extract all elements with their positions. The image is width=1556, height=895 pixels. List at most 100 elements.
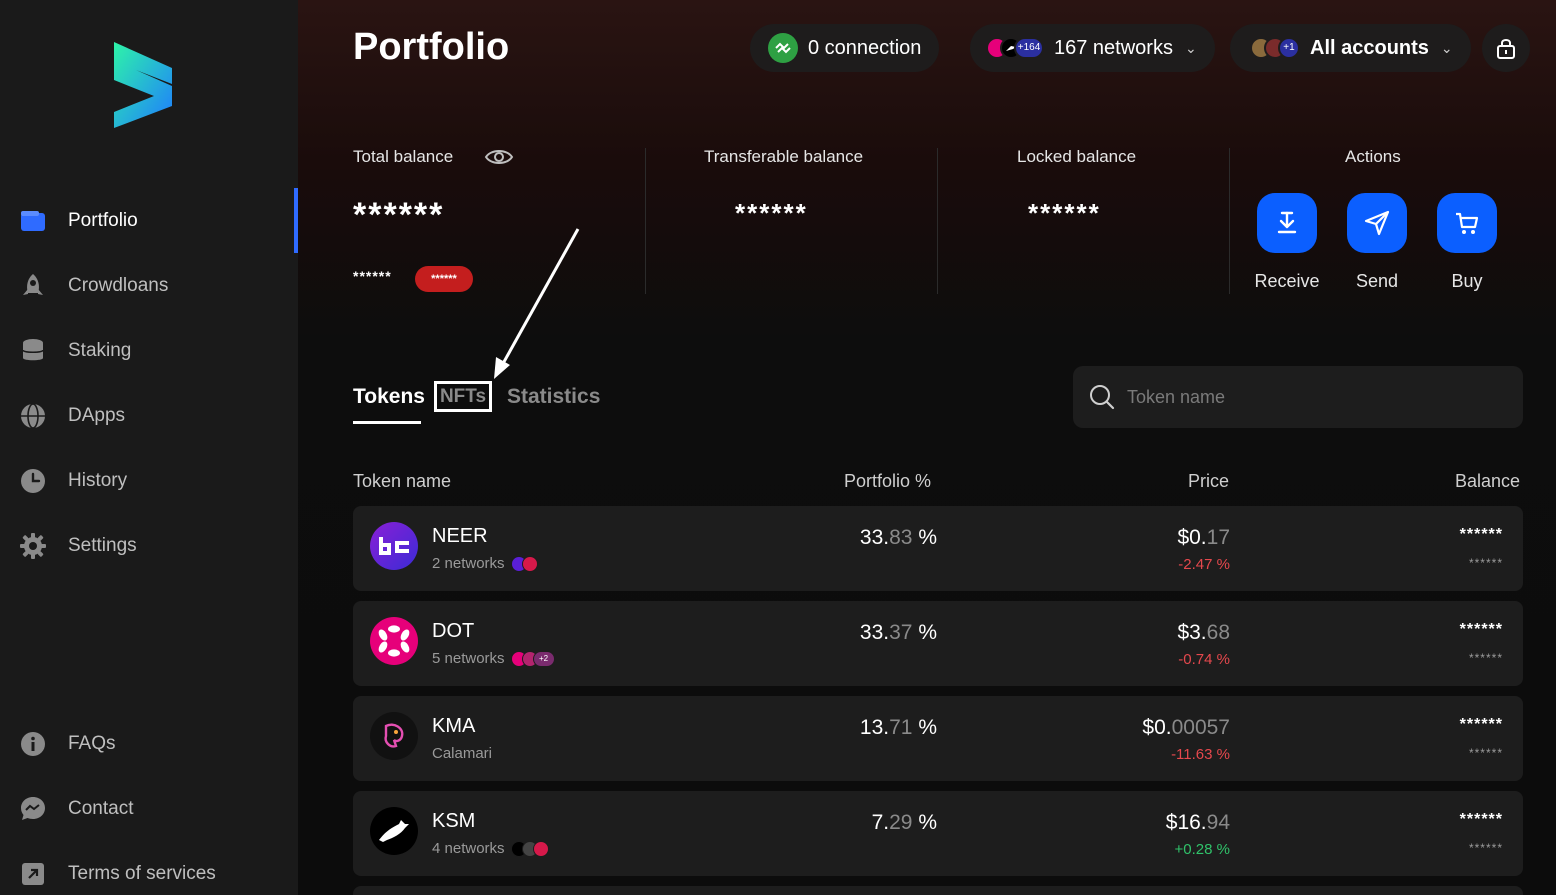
lock-button[interactable] — [1482, 24, 1530, 72]
network-mini-icons — [510, 555, 538, 572]
eye-icon[interactable] — [484, 146, 514, 168]
divider — [645, 148, 646, 294]
token-portfolio-percent: 33.37 % — [860, 621, 937, 645]
token-price-change: +0.28 % — [1174, 841, 1230, 858]
tab-active-indicator — [353, 421, 421, 424]
dot-token-icon — [370, 617, 418, 665]
column-header-price: Price — [1188, 471, 1230, 491]
tab-nfts[interactable]: NFTs — [434, 381, 492, 412]
sidebar: Portfolio Crowdloans Staking DApps Histo… — [0, 0, 298, 895]
nav-crowdloans[interactable]: Crowdloans — [0, 253, 298, 318]
token-portfolio-percent: 13.71 % — [860, 716, 937, 740]
send-icon — [1364, 210, 1390, 236]
buy-label: Buy — [1451, 271, 1483, 291]
networks-selector[interactable]: +164 167 networks ⌄ — [970, 24, 1215, 72]
lock-icon — [1497, 39, 1515, 59]
receive-label: Receive — [1254, 271, 1320, 291]
nav-faqs[interactable]: FAQs — [0, 711, 298, 776]
balance-change-badge: ****** — [415, 266, 473, 292]
nav-portfolio[interactable]: Portfolio — [0, 188, 298, 253]
connection-icon — [768, 33, 798, 63]
divider — [937, 148, 938, 294]
nav-label: Terms of services — [68, 862, 216, 884]
network-mini-icons — [510, 840, 549, 857]
buy-button[interactable] — [1437, 193, 1497, 253]
token-row-partial[interactable] — [353, 886, 1523, 895]
rocket-icon — [20, 273, 46, 299]
total-balance-sub: ****** — [353, 268, 392, 284]
token-balance-fiat: ****** — [1468, 651, 1503, 665]
cart-icon — [1456, 212, 1479, 234]
tab-statistics[interactable]: Statistics — [507, 385, 600, 409]
pct-main: 33. — [859, 621, 890, 644]
price-main: $0. — [1177, 526, 1207, 549]
pct-dim: 71 — [889, 716, 913, 739]
token-name: KSM — [432, 810, 476, 832]
subwallet-logo[interactable] — [110, 40, 176, 130]
nav-staking[interactable]: Staking — [0, 318, 298, 383]
token-name: NEER — [432, 525, 488, 547]
send-label: Send — [1355, 271, 1399, 291]
gear-icon — [20, 532, 46, 559]
token-search[interactable] — [1073, 366, 1523, 428]
neer-token-icon — [370, 522, 418, 570]
tab-tokens[interactable]: Tokens — [353, 385, 425, 409]
transferable-balance-value: ****** — [735, 198, 808, 228]
pct-unit: % — [912, 811, 937, 834]
search-input[interactable] — [1127, 386, 1507, 408]
info-icon — [20, 731, 46, 757]
token-row-dot[interactable]: DOT 5 networks +2 33.37 % $3.68 -0.74 % … — [353, 601, 1523, 686]
main-content: Portfolio 0 connection +164 167 networks… — [298, 0, 1556, 895]
token-price: $3.68 — [1177, 621, 1230, 645]
network-logos-icon: +164 — [986, 37, 1044, 59]
annotation-arrow-icon — [494, 228, 580, 379]
token-price: $0.00057 — [1142, 716, 1230, 740]
nav-label: Staking — [68, 339, 132, 361]
nav-history[interactable]: History — [0, 448, 298, 513]
kma-token-icon — [370, 712, 418, 760]
price-dim: 94 — [1206, 811, 1230, 834]
pct-unit: % — [912, 716, 937, 739]
divider — [1229, 148, 1230, 294]
token-networks: 4 networks — [432, 840, 549, 857]
nav-terms[interactable]: Terms of services — [0, 841, 298, 895]
pct-main: 7. — [871, 811, 890, 834]
pct-dim: 29 — [889, 811, 913, 834]
accounts-label: All accounts — [1310, 36, 1429, 59]
page-title: Portfolio — [353, 26, 510, 68]
token-balance: ****** — [1459, 716, 1503, 733]
pct-main: 13. — [859, 716, 890, 739]
token-networks-label: 2 networks — [432, 555, 505, 572]
receive-button[interactable] — [1257, 193, 1317, 253]
price-dim: 68 — [1206, 621, 1230, 644]
locked-balance-value: ****** — [1028, 198, 1101, 228]
globe-icon — [20, 402, 46, 429]
network-mini-icons: +2 — [510, 650, 555, 667]
send-button[interactable] — [1347, 193, 1407, 253]
token-row-kma[interactable]: KMA Calamari 13.71 % $0.00057 -11.63 % *… — [353, 696, 1523, 781]
chevron-down-icon: ⌄ — [1184, 39, 1197, 56]
column-header-portfolio: Portfolio % — [844, 471, 932, 491]
pct-main: 33. — [859, 526, 890, 549]
token-balance-fiat: ****** — [1468, 841, 1503, 855]
price-main: $3. — [1177, 621, 1207, 644]
total-balance-value: ****** — [353, 196, 445, 234]
accounts-selector[interactable]: +1 All accounts ⌄ — [1230, 24, 1471, 72]
token-row-neer[interactable]: NEER 2 networks 33.83 % $0.17 -2.47 % **… — [353, 506, 1523, 591]
nav-label: Settings — [68, 534, 137, 556]
token-price-change: -2.47 % — [1178, 556, 1230, 573]
nav-label: FAQs — [68, 732, 116, 754]
transferable-balance-label: Transferable balance — [704, 147, 864, 166]
nav-label: History — [68, 469, 128, 491]
nav-settings[interactable]: Settings — [0, 513, 298, 578]
wallet-icon — [20, 208, 46, 234]
nav-contact[interactable]: Contact — [0, 776, 298, 841]
connection-button[interactable]: 0 connection — [750, 24, 940, 72]
nav-dapps[interactable]: DApps — [0, 383, 298, 448]
search-icon — [1090, 385, 1115, 410]
database-icon — [20, 338, 46, 364]
locked-balance-label: Locked balance — [1017, 147, 1137, 166]
token-row-ksm[interactable]: KSM 4 networks 7.29 % $16.94 +0.28 % ***… — [353, 791, 1523, 876]
receive-icon — [1277, 211, 1297, 234]
external-link-icon — [20, 861, 46, 887]
